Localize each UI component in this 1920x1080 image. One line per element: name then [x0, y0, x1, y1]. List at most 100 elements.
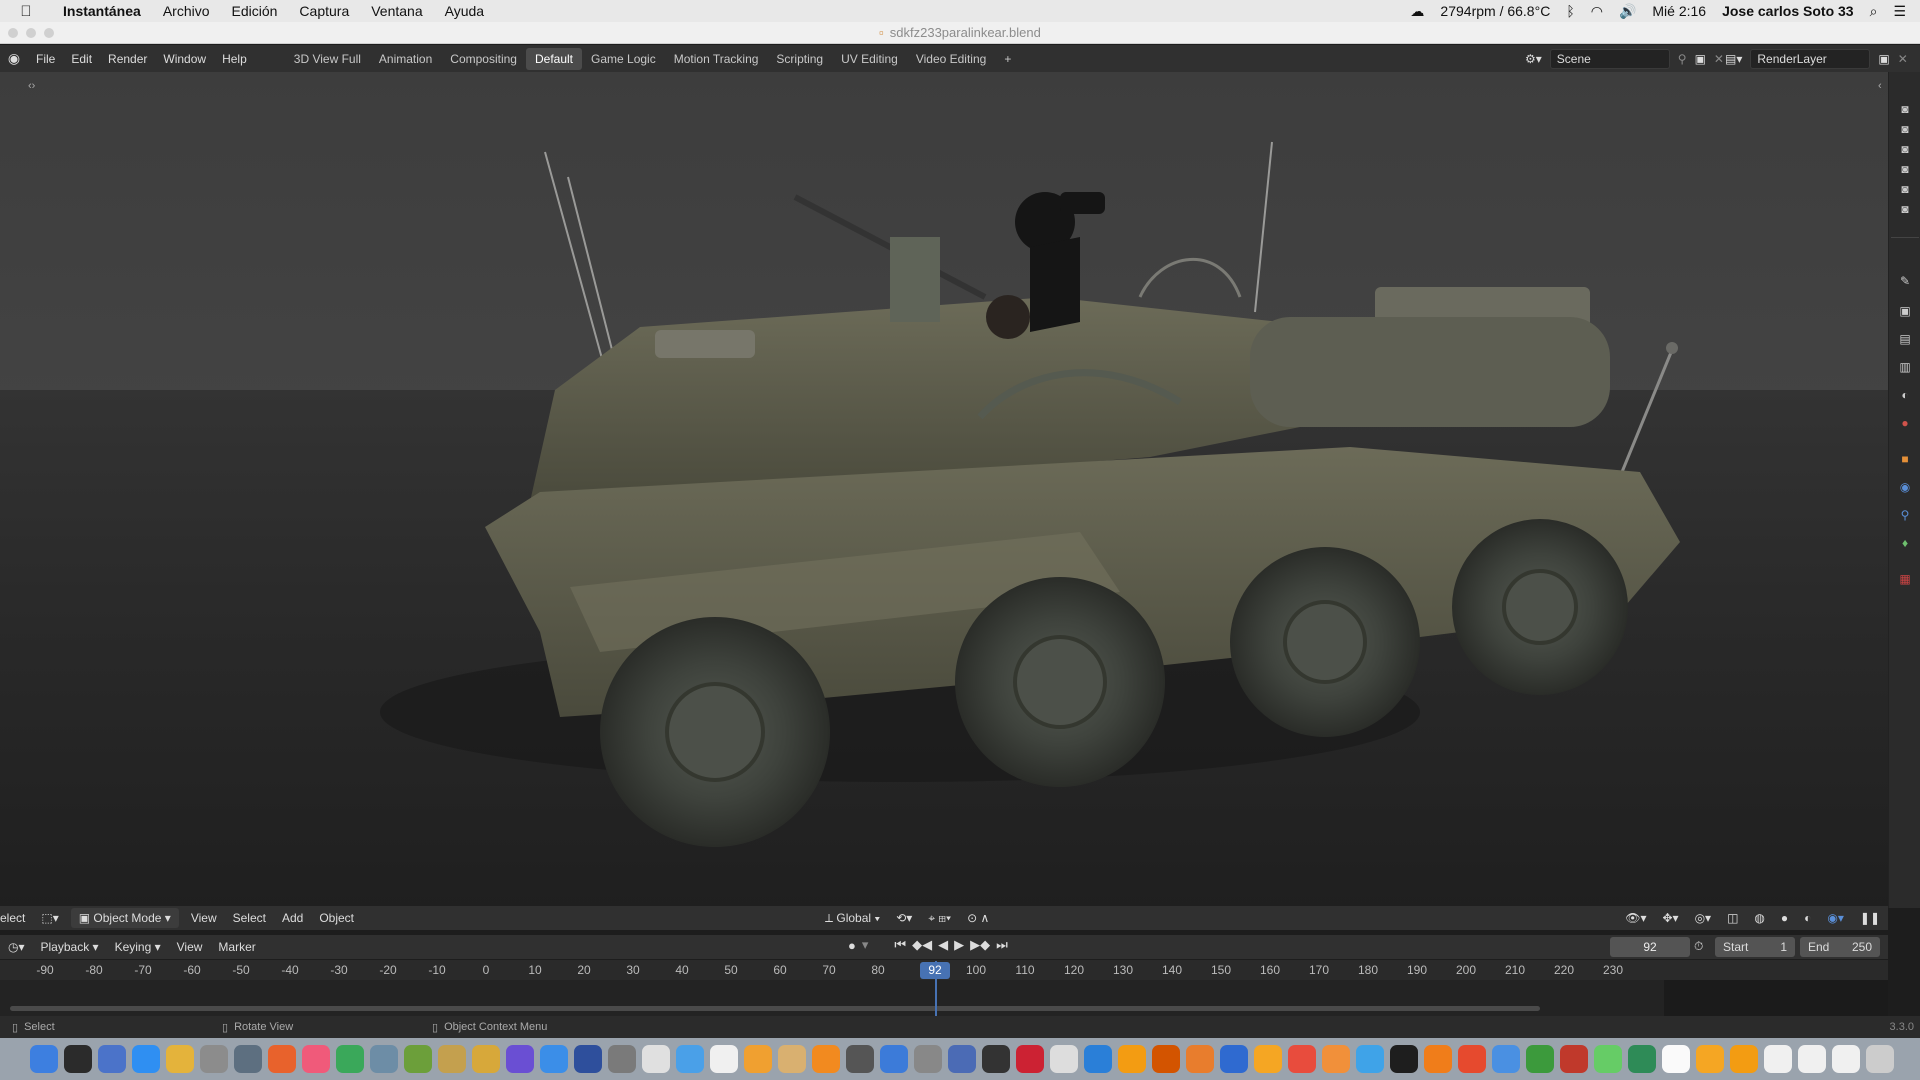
dock-app-icon[interactable]	[506, 1045, 534, 1073]
pin-icon[interactable]: ⚲	[1678, 52, 1687, 66]
dock-app-icon[interactable]	[914, 1045, 942, 1073]
editor-type-icon[interactable]: ◷▾	[0, 940, 33, 954]
view-layer-icon[interactable]: ▥	[1897, 360, 1913, 374]
dock-app-icon[interactable]	[880, 1045, 908, 1073]
tab-uv-editing[interactable]: UV Editing	[832, 48, 907, 70]
spotlight-search-icon[interactable]: ⌕	[1870, 3, 1878, 20]
menu-view[interactable]: View	[169, 940, 211, 954]
dock-app-icon[interactable]	[1628, 1045, 1656, 1073]
tab-scripting[interactable]: Scripting	[767, 48, 832, 70]
apple-icon[interactable]: 	[0, 3, 52, 20]
dock-app-icon[interactable]	[1832, 1045, 1860, 1073]
playhead-frame-label[interactable]: 92	[920, 962, 950, 979]
scene-properties-icon[interactable]: ◐	[1897, 388, 1913, 402]
dock-app-icon[interactable]	[1560, 1045, 1588, 1073]
tab-default[interactable]: Default	[525, 47, 583, 70]
menubar-item-captura[interactable]: Captura	[288, 3, 360, 19]
dock-app-icon[interactable]	[608, 1045, 636, 1073]
menu-add[interactable]: Add	[274, 911, 311, 925]
close-window-button[interactable]	[8, 28, 18, 38]
dock-app-icon[interactable]	[1458, 1045, 1486, 1073]
menu-keying[interactable]: Keying ▾	[107, 940, 169, 954]
menubar-item-ayuda[interactable]: Ayuda	[434, 3, 495, 19]
proportional-edit-icon[interactable]: ⊙ ∧	[959, 911, 997, 925]
record-icon[interactable]: ●	[848, 938, 856, 953]
dock-app-icon[interactable]	[98, 1045, 126, 1073]
3d-viewport[interactable]: ‹› ‹	[0, 72, 1888, 908]
menu-object[interactable]: Object	[311, 911, 362, 925]
tab-video-editing[interactable]: Video Editing	[907, 48, 996, 70]
zoom-window-button[interactable]	[44, 28, 54, 38]
minimize-window-button[interactable]	[26, 28, 36, 38]
jump-end-icon[interactable]: ⏭	[996, 937, 1008, 953]
dock-app-icon[interactable]	[710, 1045, 738, 1073]
dock-app-icon[interactable]	[540, 1045, 568, 1073]
current-frame-field[interactable]: 92	[1610, 937, 1690, 957]
object-properties-icon[interactable]: ■	[1897, 452, 1913, 466]
constraints-icon[interactable]: ⚲	[1897, 508, 1913, 522]
camera-snapshot-icon[interactable]: ◙	[1897, 202, 1913, 216]
next-keyframe-icon[interactable]: ▶◆	[970, 937, 990, 953]
remove-scene-icon[interactable]: ✕	[1714, 52, 1724, 66]
tool-select-icon[interactable]: ⬚▾	[33, 911, 66, 925]
blender-logo-icon[interactable]: ◉	[0, 50, 28, 67]
dock-app-icon[interactable]	[1254, 1045, 1282, 1073]
dock-app-icon[interactable]	[370, 1045, 398, 1073]
tab-animation[interactable]: Animation	[370, 48, 441, 70]
dock-app-icon[interactable]	[1424, 1045, 1452, 1073]
dock-app-icon[interactable]	[166, 1045, 194, 1073]
jump-start-icon[interactable]: ⏮	[894, 937, 906, 953]
play-reverse-icon[interactable]: ◀	[938, 937, 948, 953]
timeline-scrollbar[interactable]	[10, 1006, 1540, 1011]
menu-select[interactable]: Select	[225, 911, 274, 925]
dock-app-icon[interactable]	[1152, 1045, 1180, 1073]
new-layer-icon[interactable]: ▣	[1878, 52, 1889, 66]
menu-window[interactable]: Window	[155, 52, 214, 66]
dock-app-icon[interactable]	[1798, 1045, 1826, 1073]
shading-material-icon[interactable]: ◐	[1796, 911, 1819, 925]
tab-game-logic[interactable]: Game Logic	[582, 48, 665, 70]
tab-compositing[interactable]: Compositing	[441, 48, 526, 70]
shading-solid-icon[interactable]: ●	[1773, 911, 1796, 925]
dock-app-icon[interactable]	[1594, 1045, 1622, 1073]
camera-snapshot-icon[interactable]: ◙	[1897, 162, 1913, 176]
select-mode-label[interactable]: elect	[0, 911, 33, 925]
dock-app-icon[interactable]	[846, 1045, 874, 1073]
dock-app-icon[interactable]	[268, 1045, 296, 1073]
shading-wireframe-icon[interactable]: ◍	[1746, 911, 1772, 925]
camera-snapshot-icon[interactable]: ◙	[1897, 182, 1913, 196]
menu-playback[interactable]: Playback ▾	[33, 940, 107, 954]
dock-app-icon[interactable]	[64, 1045, 92, 1073]
tab-motion-tracking[interactable]: Motion Tracking	[665, 48, 768, 70]
render-properties-icon[interactable]: ▣	[1897, 304, 1913, 318]
pivot-point-icon[interactable]: ⟲▾	[888, 911, 920, 925]
visibility-icon[interactable]: 👁▾	[1617, 911, 1654, 925]
play-icon[interactable]: ▶	[954, 937, 964, 953]
clock-icon[interactable]: ⏱	[1694, 939, 1703, 954]
dock-app-icon[interactable]	[948, 1045, 976, 1073]
volume-icon[interactable]: 🔊	[1619, 3, 1636, 20]
dock-app-icon[interactable]	[1118, 1045, 1146, 1073]
menubar-app-name[interactable]: Instantánea	[52, 3, 152, 19]
camera-snapshot-icon[interactable]: ◙	[1897, 122, 1913, 136]
dock-app-icon[interactable]	[438, 1045, 466, 1073]
render-layer-field[interactable]: RenderLayer	[1750, 48, 1871, 69]
dock-app-icon[interactable]	[1730, 1045, 1758, 1073]
dock-app-icon[interactable]	[1016, 1045, 1044, 1073]
dock-app-icon[interactable]	[1186, 1045, 1214, 1073]
dock-app-icon[interactable]	[1220, 1045, 1248, 1073]
snap-icon[interactable]: ⌖ ⊞▾	[920, 911, 959, 926]
menubar-item-archivo[interactable]: Archivo	[152, 3, 221, 19]
dock-app-icon[interactable]	[1390, 1045, 1418, 1073]
dock-app-icon[interactable]	[200, 1045, 228, 1073]
xray-icon[interactable]: ◫	[1719, 911, 1746, 925]
dock-app-icon[interactable]	[778, 1045, 806, 1073]
dock-app-icon[interactable]	[1696, 1045, 1724, 1073]
timeline-body[interactable]	[0, 980, 1888, 1016]
dock-app-icon[interactable]	[1288, 1045, 1316, 1073]
dock-app-icon[interactable]	[30, 1045, 58, 1073]
dock-app-icon[interactable]	[574, 1045, 602, 1073]
dock-app-icon[interactable]	[1764, 1045, 1792, 1073]
dock-app-icon[interactable]	[404, 1045, 432, 1073]
clock[interactable]: Mié 2:16	[1652, 3, 1706, 19]
